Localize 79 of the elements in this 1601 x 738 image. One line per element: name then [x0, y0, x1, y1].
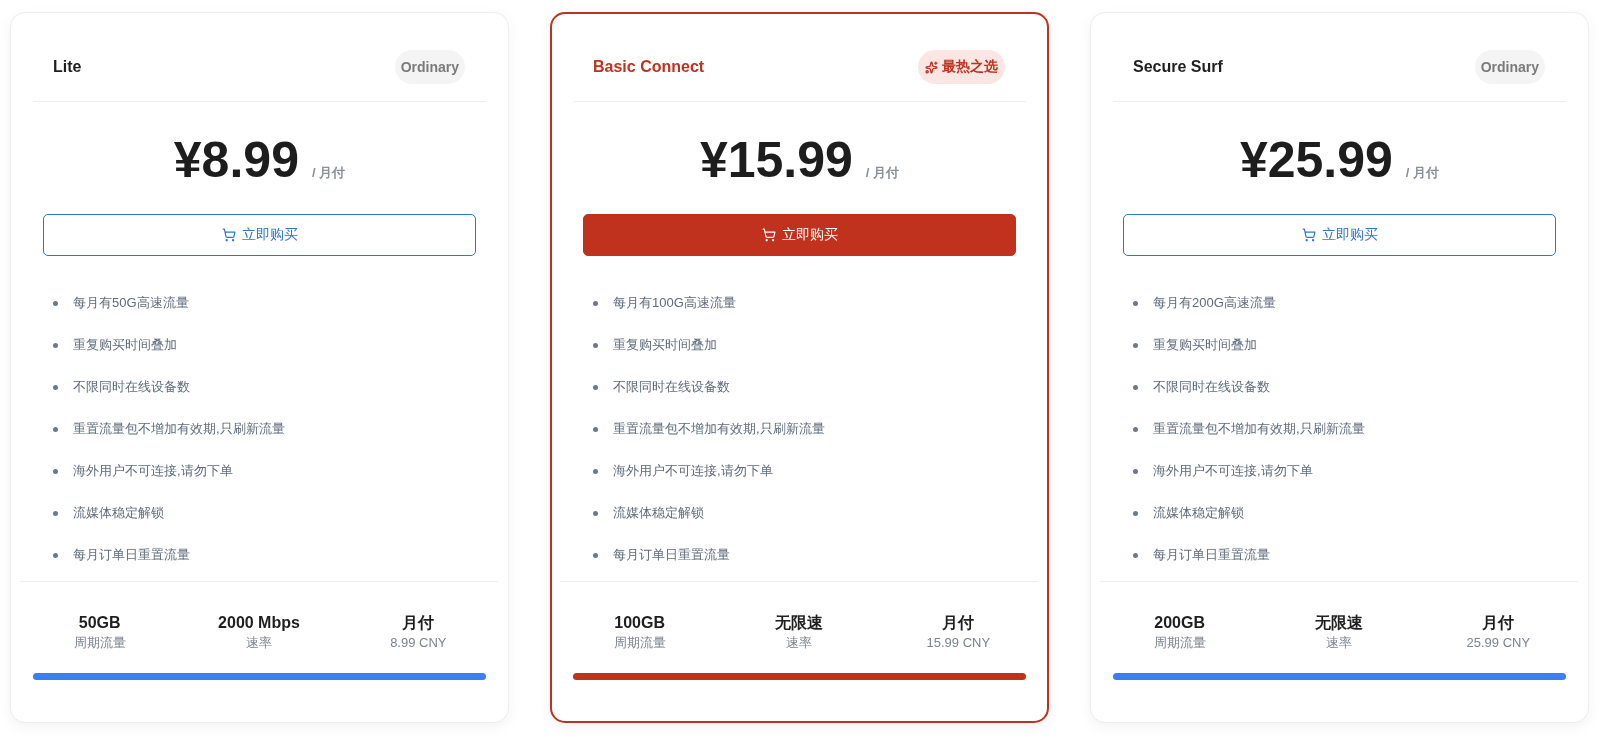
bullet-icon: [53, 552, 58, 558]
plan-title: Lite: [53, 58, 82, 76]
stat-value: 2000 Mbps: [218, 613, 300, 633]
stat-value: 月付: [1482, 613, 1515, 633]
price-amount: ¥25.99: [1239, 131, 1393, 190]
plan-title: Secure Surf: [1133, 58, 1223, 76]
bullet-icon: [53, 300, 58, 306]
feature-text: 重复购买时间叠加: [1153, 336, 1257, 354]
feature-text: 海外用户不可连接,请勿下单: [1153, 462, 1313, 480]
feature-text: 不限同时在线设备数: [1153, 378, 1270, 396]
price-amount: ¥15.99: [699, 131, 853, 190]
feature-text: 流媒体稳定解锁: [73, 504, 164, 522]
buy-button[interactable]: 立即购买: [583, 214, 1016, 256]
price-period: / 月付: [311, 164, 346, 182]
stat-value: 月付: [942, 613, 975, 633]
plan-title: Basic Connect: [593, 58, 705, 76]
feature-text: 每月订单日重置流量: [73, 546, 190, 564]
stat-value: 200GB: [1154, 613, 1205, 633]
feature-text: 重置流量包不增加有效期,只刷新流量: [1153, 420, 1365, 438]
feature-text: 每月有50G高速流量: [73, 294, 189, 312]
cart-icon: [1301, 228, 1316, 242]
stat-label: 25.99 CNY: [1466, 634, 1531, 652]
stat-value: 100GB: [614, 613, 665, 633]
stat-value: 无限速: [775, 613, 823, 633]
tag-label: 最热之选: [942, 58, 998, 76]
feature-text: 重复购买时间叠加: [613, 336, 717, 354]
feature-text: 海外用户不可连接,请勿下单: [73, 462, 233, 480]
bullet-icon: [593, 300, 598, 306]
feature-text: 重复购买时间叠加: [73, 336, 177, 354]
bullet-icon: [593, 468, 598, 474]
bullet-icon: [1133, 384, 1138, 390]
bullet-icon: [53, 426, 58, 432]
stat-label: 速率: [786, 634, 812, 652]
feature-text: 海外用户不可连接,请勿下单: [613, 462, 773, 480]
stat-label: 周期流量: [1153, 634, 1206, 652]
stat-value: 月付: [402, 613, 435, 633]
feature-text: 每月订单日重置流量: [613, 546, 730, 564]
bullet-icon: [53, 468, 58, 474]
bullet-icon: [1133, 552, 1138, 558]
bullet-icon: [1133, 342, 1138, 348]
feature-text: 不限同时在线设备数: [613, 378, 730, 396]
bullet-icon: [53, 342, 58, 348]
bullet-icon: [593, 426, 598, 432]
bullet-icon: [1133, 300, 1138, 306]
feature-text: 每月订单日重置流量: [1153, 546, 1270, 564]
stat-value: 无限速: [1315, 613, 1363, 633]
stat-label: 周期流量: [73, 634, 126, 652]
stat-value: 50GB: [78, 613, 121, 633]
tag-label: Ordinary: [400, 59, 459, 75]
price-period: / 月付: [865, 164, 900, 182]
stat-label: 15.99 CNY: [926, 634, 991, 652]
bullet-icon: [53, 384, 58, 390]
price-amount: ¥8.99: [173, 131, 299, 190]
feature-text: 流媒体稳定解锁: [613, 504, 704, 522]
bullet-icon: [593, 510, 598, 516]
stat-label: 周期流量: [613, 634, 666, 652]
bullet-icon: [593, 384, 598, 390]
price-period: / 月付: [1405, 164, 1440, 182]
bullet-icon: [1133, 510, 1138, 516]
feature-text: 重置流量包不增加有效期,只刷新流量: [73, 420, 285, 438]
stat-label: 8.99 CNY: [390, 634, 447, 652]
tag-label: Ordinary: [1480, 59, 1539, 75]
stat-label: 速率: [1326, 634, 1352, 652]
feature-text: 重置流量包不增加有效期,只刷新流量: [613, 420, 825, 438]
stat-label: 速率: [246, 634, 272, 652]
feature-text: 每月有100G高速流量: [613, 294, 736, 312]
bullet-icon: [593, 342, 598, 348]
feature-text: 不限同时在线设备数: [73, 378, 190, 396]
cart-icon: [221, 228, 236, 242]
feature-text: 每月有200G高速流量: [1153, 294, 1276, 312]
buy-button[interactable]: 立即购买: [1123, 214, 1556, 256]
buy-button[interactable]: 立即购买: [43, 214, 476, 256]
bullet-icon: [53, 510, 58, 516]
bullet-icon: [593, 552, 598, 558]
cart-icon: [761, 228, 776, 242]
bullet-icon: [1133, 426, 1138, 432]
bullet-icon: [1133, 468, 1138, 474]
sparkle-icon: [925, 60, 938, 74]
feature-text: 流媒体稳定解锁: [1153, 504, 1244, 522]
